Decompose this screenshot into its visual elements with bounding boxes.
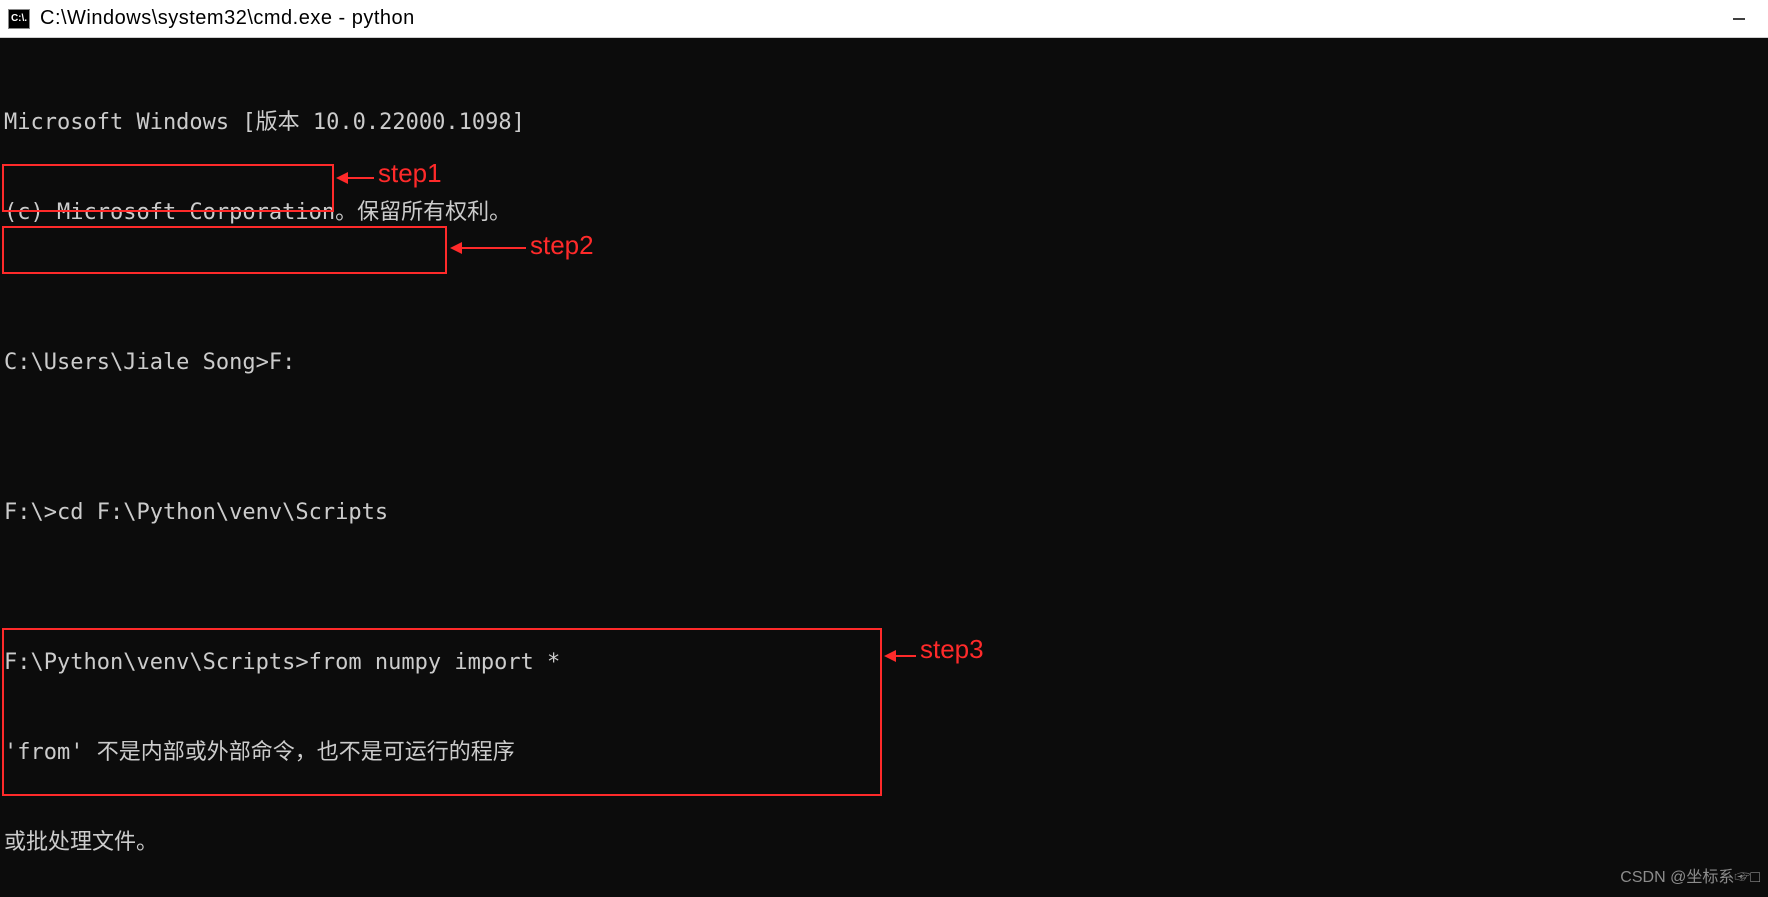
terminal-line: (c) Microsoft Corporation。保留所有权利。 [4,198,1768,228]
arrow-step2-icon [450,238,528,258]
minimize-icon [1732,12,1746,26]
terminal-output[interactable]: Microsoft Windows [版本 10.0.22000.1098] (… [0,38,1768,897]
cmd-icon: C:\. [8,9,30,29]
window-titlebar: C:\. C:\Windows\system32\cmd.exe - pytho… [0,0,1768,38]
window-controls [1710,0,1768,37]
terminal-line: 或批处理文件。 [4,828,1768,858]
watermark-text: CSDN @坐标系☞□ [1620,863,1760,893]
annotation-box-step2 [2,226,447,274]
terminal-line: F:\Python\venv\Scripts>from numpy import… [4,648,1768,678]
arrow-step1-icon [336,168,376,188]
window-title: C:\Windows\system32\cmd.exe - python [40,7,415,30]
annotation-label-step1: step1 [378,158,442,188]
terminal-line: 'from' 不是内部或外部命令，也不是可运行的程序 [4,738,1768,768]
terminal-line: F:\>cd F:\Python\venv\Scripts [4,498,1768,528]
terminal-line: C:\Users\Jiale Song>F: [4,348,1768,378]
minimize-button[interactable] [1710,0,1768,37]
terminal-line: Microsoft Windows [版本 10.0.22000.1098] [4,108,1768,138]
annotation-label-step2: step2 [530,230,594,260]
